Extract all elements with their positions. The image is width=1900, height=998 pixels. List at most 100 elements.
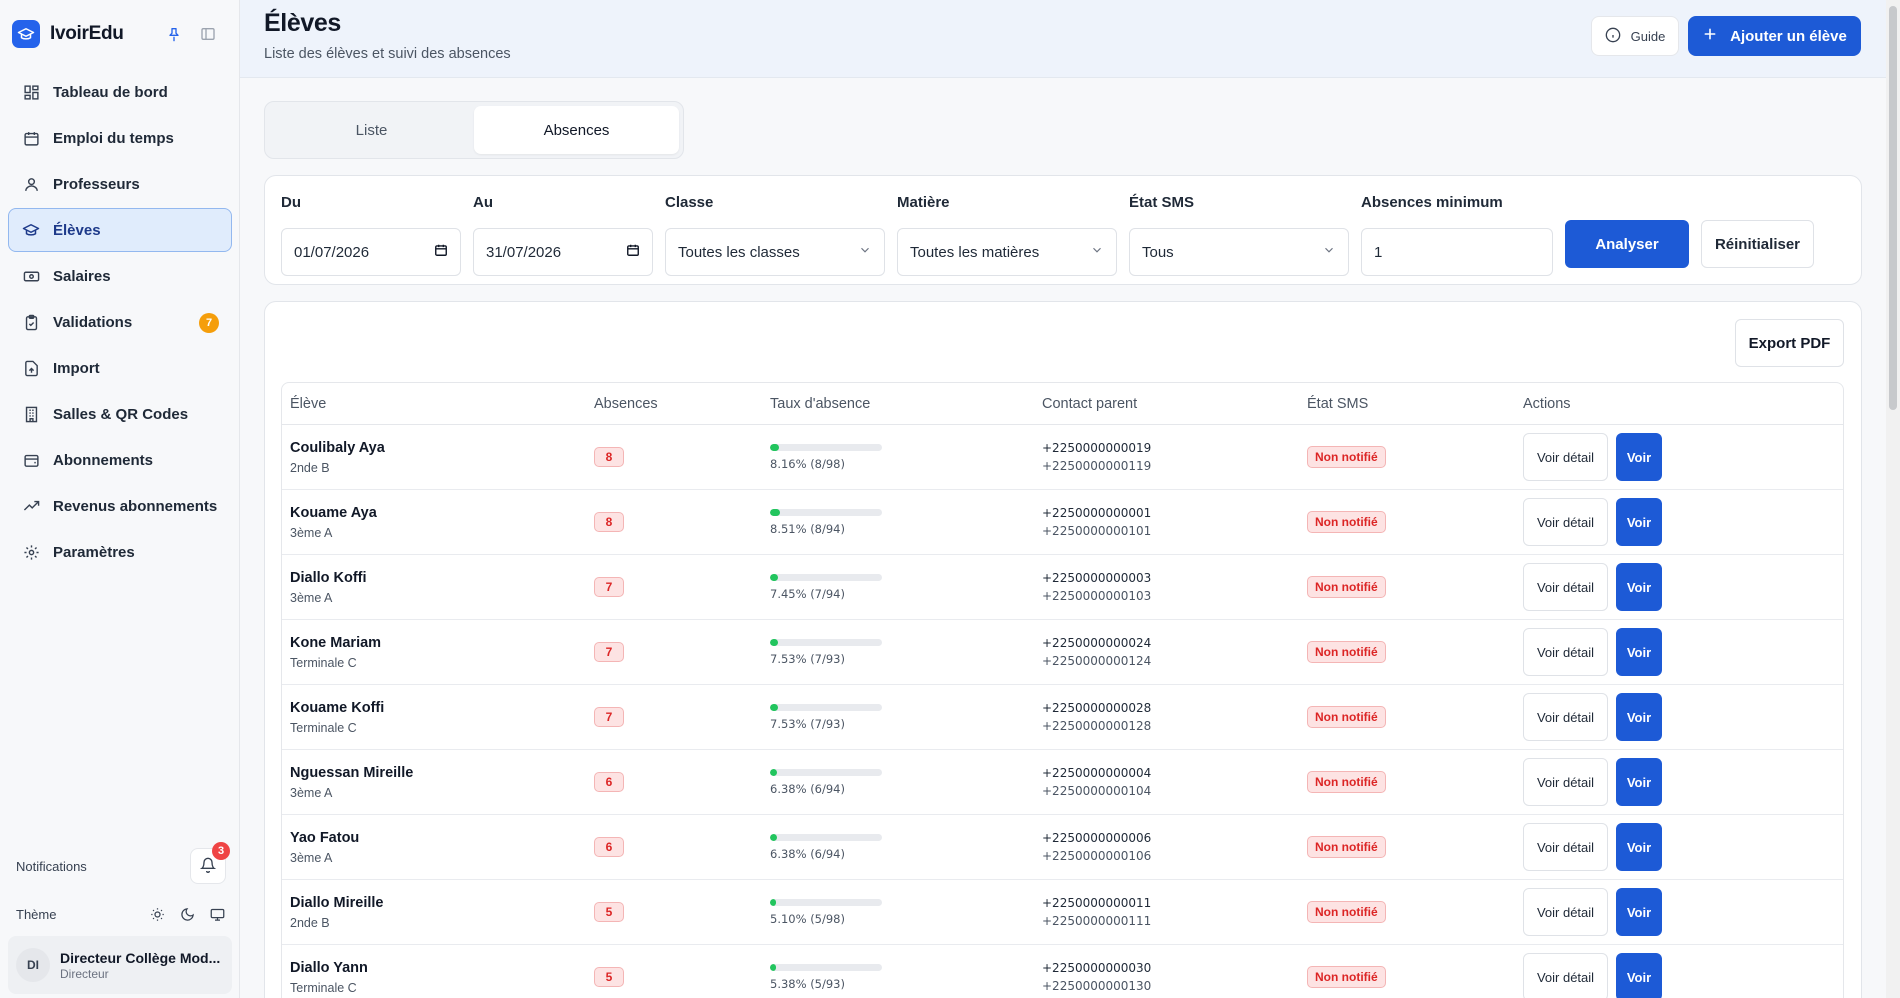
filter-subject: Matière Toutes les matières [897, 194, 1117, 276]
guide-button[interactable]: Guide [1591, 16, 1679, 56]
from-date-input[interactable]: 01/07/2026 [281, 228, 461, 276]
user-card[interactable]: DI Directeur Collège Mod... Directeur [8, 936, 232, 994]
view-tabs: Liste Absences [264, 101, 684, 159]
calendar-icon [21, 128, 41, 148]
table-row: Nguessan Mireille 3ème A 6 6.38% (6/94) … [282, 750, 1843, 815]
plus-icon [1702, 26, 1718, 46]
sidebar-item-revenus-abonnements[interactable]: Revenus abonnements [8, 484, 232, 528]
view-button[interactable]: Voir [1616, 953, 1662, 998]
parent-phone-primary: +2250000000006 [1042, 831, 1152, 845]
absence-rate-fill [770, 508, 780, 516]
view-button[interactable]: Voir [1616, 433, 1662, 481]
to-date-input[interactable]: 31/07/2026 [473, 228, 653, 276]
sms-status-label: État SMS [1129, 194, 1195, 211]
view-detail-button[interactable]: Voir détail [1523, 433, 1608, 481]
student-class: 3ème A [290, 525, 333, 540]
sms-status-badge: Non notifié [1307, 511, 1386, 533]
sms-status-select[interactable]: Tous [1129, 228, 1349, 276]
notifications-button[interactable]: 3 [190, 842, 230, 884]
student-class: Terminale C [290, 655, 357, 670]
file-upload-icon [21, 358, 41, 378]
view-button[interactable]: Voir [1616, 628, 1662, 676]
view-detail-button[interactable]: Voir détail [1523, 758, 1608, 806]
view-button[interactable]: Voir [1616, 758, 1662, 806]
monitor-icon[interactable] [208, 905, 226, 923]
sun-icon[interactable] [148, 905, 166, 923]
sms-status-badge: Non notifié [1307, 641, 1386, 663]
view-detail-button[interactable]: Voir détail [1523, 823, 1608, 871]
student-name: Kouame Aya [290, 504, 377, 521]
notifications-label: Notifications [16, 858, 87, 874]
calendar-picker-icon[interactable] [434, 243, 448, 261]
sidebar-item-label: Professeurs [53, 175, 140, 193]
sidebar-item-import[interactable]: Import [8, 346, 232, 390]
min-absences-input[interactable]: 1 [1361, 228, 1553, 276]
sidebar-item-salles-qr-codes[interactable]: Salles & QR Codes [8, 392, 232, 436]
sidebar-item-label: Import [53, 359, 100, 377]
filter-class: Classe Toutes les classes [665, 194, 885, 276]
parent-phone-primary: +2250000000028 [1042, 701, 1152, 715]
export-pdf-button[interactable]: Export PDF [1735, 319, 1844, 367]
class-select[interactable]: Toutes les classes [665, 228, 885, 276]
avatar: DI [16, 948, 50, 982]
view-detail-button[interactable]: Voir détail [1523, 693, 1608, 741]
sidebar-item-label: Salles & QR Codes [53, 405, 189, 423]
sidebar-item-validations[interactable]: Validations 7 [8, 300, 232, 344]
absence-rate-bar [770, 898, 882, 906]
add-student-button[interactable]: Ajouter un élève [1688, 16, 1861, 56]
absence-rate-text: 6.38% (6/94) [770, 781, 845, 796]
column-header-student: Élève [290, 395, 327, 412]
notifications-count-badge: 3 [212, 842, 230, 860]
calendar-picker-icon[interactable] [626, 243, 640, 261]
absence-rate-text: 7.45% (7/94) [770, 586, 845, 601]
view-button[interactable]: Voir [1616, 823, 1662, 871]
sidebar-item-tableau-de-bord[interactable]: Tableau de bord [8, 70, 232, 114]
sms-status-badge: Non notifié [1307, 446, 1386, 468]
view-detail-button[interactable]: Voir détail [1523, 888, 1608, 936]
chevron-down-icon [1322, 243, 1336, 261]
subject-select[interactable]: Toutes les matières [897, 228, 1117, 276]
absence-rate-fill [770, 638, 779, 646]
view-detail-button[interactable]: Voir détail [1523, 628, 1608, 676]
table-row: Kouame Koffi Terminale C 7 7.53% (7/93) … [282, 685, 1843, 750]
view-detail-button[interactable]: Voir détail [1523, 563, 1608, 611]
absence-rate-bar [770, 573, 882, 581]
analyze-button[interactable]: Analyser [1565, 220, 1689, 268]
moon-icon[interactable] [178, 905, 196, 923]
page-scrollbar[interactable] [1886, 0, 1900, 998]
from-label: Du [281, 194, 301, 211]
absence-rate-text: 8.51% (8/94) [770, 521, 845, 536]
view-button[interactable]: Voir [1616, 693, 1662, 741]
tab-absences[interactable]: Absences [474, 106, 679, 154]
to-label: Au [473, 194, 493, 211]
tab-liste[interactable]: Liste [269, 106, 474, 154]
collapse-sidebar-icon[interactable] [198, 24, 218, 44]
sidebar-item-salaires[interactable]: Salaires [8, 254, 232, 298]
view-detail-button[interactable]: Voir détail [1523, 953, 1608, 998]
pin-icon[interactable] [164, 24, 184, 44]
view-button[interactable]: Voir [1616, 498, 1662, 546]
parent-phone-secondary: +2250000000119 [1042, 459, 1152, 473]
absence-count-badge: 6 [594, 837, 624, 857]
graduation-cap-logo-icon [12, 20, 40, 48]
sidebar-item-eleves[interactable]: Élèves [8, 208, 232, 252]
student-name: Yao Fatou [290, 829, 360, 846]
view-button[interactable]: Voir [1616, 888, 1662, 936]
view-button[interactable]: Voir [1616, 563, 1662, 611]
parent-phone-secondary: +2250000000103 [1042, 589, 1152, 603]
min-absences-value: 1 [1374, 243, 1383, 261]
parent-phone-secondary: +2250000000101 [1042, 524, 1152, 538]
table-row: Diallo Yann Terminale C 5 5.38% (5/93) +… [282, 945, 1843, 998]
page-title: Élèves [264, 9, 341, 37]
brand: IvoirEdu [12, 20, 228, 48]
absence-count-badge: 7 [594, 707, 624, 727]
sidebar-item-professeurs[interactable]: Professeurs [8, 162, 232, 206]
absence-count-badge: 5 [594, 967, 624, 987]
sidebar-item-abonnements[interactable]: Abonnements [8, 438, 232, 482]
scrollbar-thumb[interactable] [1889, 6, 1897, 410]
sidebar-item-emploi-du-temps[interactable]: Emploi du temps [8, 116, 232, 160]
view-detail-button[interactable]: Voir détail [1523, 498, 1608, 546]
sidebar-item-parametres[interactable]: Paramètres [8, 530, 232, 574]
sms-status-badge: Non notifié [1307, 706, 1386, 728]
reset-button[interactable]: Réinitialiser [1701, 220, 1814, 268]
